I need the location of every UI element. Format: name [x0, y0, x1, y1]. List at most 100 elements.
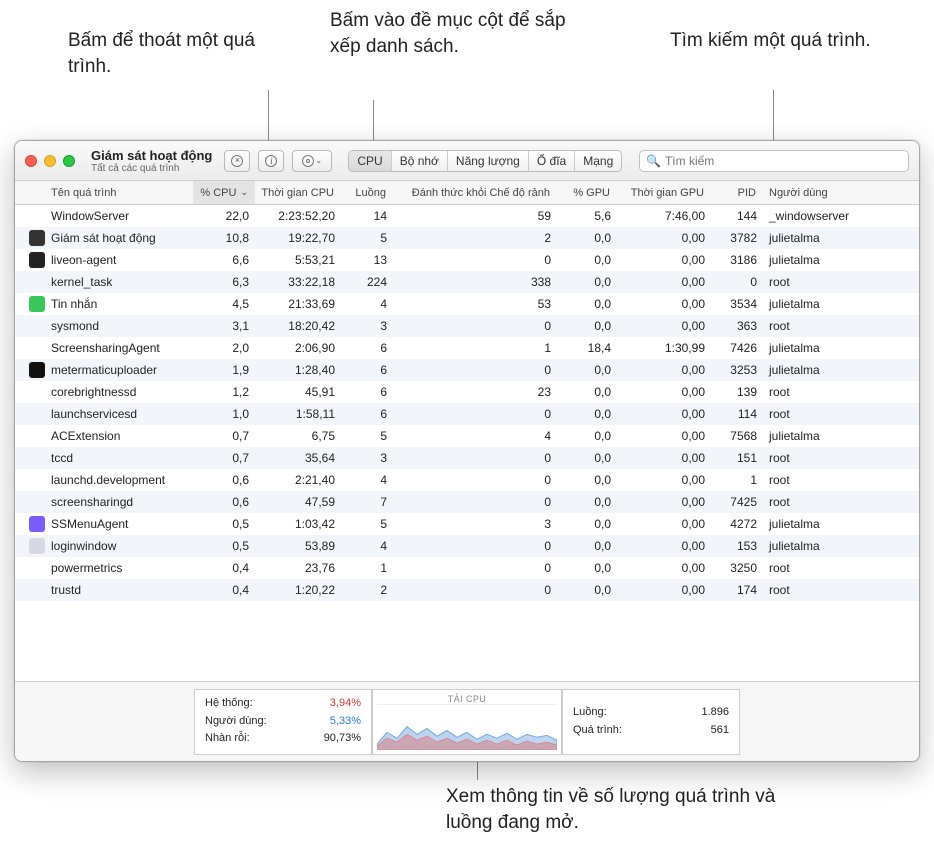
info-icon: i — [265, 155, 277, 167]
process-idle-cell: 4 — [393, 429, 557, 443]
process-cputime-cell: 1:28,40 — [255, 363, 341, 377]
process-pid-cell: 1 — [711, 473, 763, 487]
process-gpu-cell: 18,4 — [557, 341, 617, 355]
table-row[interactable]: tccd0,735,64300,00,00151root — [15, 447, 919, 469]
graph-title: TẢI CPU — [377, 694, 557, 704]
column-pid[interactable]: PID — [711, 181, 763, 204]
column-gpu-time[interactable]: Thời gian GPU — [617, 181, 711, 204]
view-options-button[interactable]: ⌄ — [292, 150, 332, 172]
quit-process-button[interactable]: × — [224, 150, 250, 172]
table-row[interactable]: kernel_task6,333:22,182243380,00,000root — [15, 271, 919, 293]
process-gpu-cell: 0,0 — [557, 319, 617, 333]
table-row[interactable]: Tin nhắn4,521:33,694530,00,003534julieta… — [15, 293, 919, 315]
process-gpu-cell: 0,0 — [557, 407, 617, 421]
process-name-cell: loginwindow — [45, 539, 193, 553]
cpu-stats-box: Hệ thống:3,94% Người dùng:5,33% Nhàn rỗi… — [194, 689, 372, 755]
column-cpu-label: % CPU — [200, 187, 236, 199]
process-user-cell: root — [763, 319, 903, 333]
table-row[interactable]: corebrightnessd1,245,916230,00,00139root — [15, 381, 919, 403]
process-table[interactable]: WindowServer22,02:23:52,2014595,67:46,00… — [15, 205, 919, 681]
column-cpu[interactable]: % CPU ⌄ — [193, 181, 255, 204]
process-icon-cell — [15, 362, 45, 378]
search-field[interactable]: 🔍 — [639, 150, 909, 172]
process-idle-cell: 59 — [393, 209, 557, 223]
process-cpu-cell: 0,5 — [193, 517, 255, 531]
process-user-cell: julietalma — [763, 363, 903, 377]
column-user[interactable]: Người dùng — [763, 181, 903, 204]
column-cpu-time[interactable]: Thời gian CPU — [255, 181, 341, 204]
process-threads-cell: 13 — [341, 253, 393, 267]
window-subtitle: Tất cả các quá trình — [91, 163, 212, 174]
process-idle-cell: 338 — [393, 275, 557, 289]
process-cpu-cell: 22,0 — [193, 209, 255, 223]
table-row[interactable]: WindowServer22,02:23:52,2014595,67:46,00… — [15, 205, 919, 227]
table-row[interactable]: ScreensharingAgent2,02:06,906118,41:30,9… — [15, 337, 919, 359]
sort-descending-icon: ⌄ — [240, 187, 248, 198]
process-name-cell: tccd — [45, 451, 193, 465]
process-user-cell: julietalma — [763, 341, 903, 355]
process-pid-cell: 0 — [711, 275, 763, 289]
process-gpu-cell: 0,0 — [557, 363, 617, 377]
process-threads-cell: 6 — [341, 385, 393, 399]
table-row[interactable]: liveon-agent6,65:53,211300,00,003186juli… — [15, 249, 919, 271]
column-gpu[interactable]: % GPU — [557, 181, 617, 204]
column-idle-wake[interactable]: Đánh thức khỏi Chế độ rảnh — [393, 181, 557, 204]
table-row[interactable]: metermaticuploader1,91:28,40600,00,00325… — [15, 359, 919, 381]
table-row[interactable]: launchd.development0,62:21,40400,00,001r… — [15, 469, 919, 491]
process-cpu-cell: 10,8 — [193, 231, 255, 245]
tab-network[interactable]: Mạng — [575, 151, 621, 171]
process-cputime-cell: 2:21,40 — [255, 473, 341, 487]
process-icon-cell — [15, 252, 45, 268]
process-cpu-cell: 0,7 — [193, 451, 255, 465]
process-name-cell: ScreensharingAgent — [45, 341, 193, 355]
minimize-window-button[interactable] — [44, 155, 56, 167]
process-idle-cell: 23 — [393, 385, 557, 399]
process-user-cell: root — [763, 495, 903, 509]
callout-search: Tìm kiếm một quá trình. — [670, 28, 890, 54]
process-name-cell: Tin nhắn — [45, 297, 193, 311]
table-row[interactable]: trustd0,41:20,22200,00,00174root — [15, 579, 919, 601]
zoom-window-button[interactable] — [63, 155, 75, 167]
column-threads[interactable]: Luồng — [341, 181, 393, 204]
table-row[interactable]: launchservicesd1,01:58,11600,00,00114roo… — [15, 403, 919, 425]
column-name[interactable]: Tên quá trình — [45, 181, 193, 204]
search-input[interactable] — [665, 154, 902, 168]
process-name-cell: metermaticuploader — [45, 363, 193, 377]
process-gputime-cell: 0,00 — [617, 539, 711, 553]
process-cputime-cell: 1:20,22 — [255, 583, 341, 597]
process-name-cell: powermetrics — [45, 561, 193, 575]
process-name-cell: ACExtension — [45, 429, 193, 443]
threads-value: 1.896 — [701, 704, 729, 722]
process-gputime-cell: 1:30,99 — [617, 341, 711, 355]
process-gputime-cell: 0,00 — [617, 297, 711, 311]
tab-disk[interactable]: Ổ đĩa — [529, 151, 575, 171]
process-threads-cell: 2 — [341, 583, 393, 597]
table-row[interactable]: loginwindow0,553,89400,00,00153julietalm… — [15, 535, 919, 557]
table-row[interactable]: sysmond3,118:20,42300,00,00363root — [15, 315, 919, 337]
tab-memory[interactable]: Bộ nhớ — [392, 151, 448, 171]
search-icon: 🔍 — [646, 154, 661, 168]
process-icon-cell — [15, 538, 45, 554]
table-row[interactable]: ACExtension0,76,75540,00,007568julietalm… — [15, 425, 919, 447]
process-cpu-cell: 0,5 — [193, 539, 255, 553]
process-threads-cell: 5 — [341, 517, 393, 531]
process-threads-cell: 7 — [341, 495, 393, 509]
process-name-cell: trustd — [45, 583, 193, 597]
tab-energy[interactable]: Năng lượng — [448, 151, 529, 171]
process-user-cell: root — [763, 385, 903, 399]
processes-value: 561 — [711, 722, 729, 740]
tab-cpu[interactable]: CPU — [349, 151, 391, 171]
table-row[interactable]: powermetrics0,423,76100,00,003250root — [15, 557, 919, 579]
table-row[interactable]: Giám sát hoạt động10,819:22,70520,00,003… — [15, 227, 919, 249]
close-window-button[interactable] — [25, 155, 37, 167]
table-row[interactable]: screensharingd0,647,59700,00,007425root — [15, 491, 919, 513]
table-header-row: Tên quá trình % CPU ⌄ Thời gian CPU Luồn… — [15, 181, 919, 205]
process-cpu-cell: 0,6 — [193, 473, 255, 487]
process-user-cell: _windowserver — [763, 209, 903, 223]
info-button[interactable]: i — [258, 150, 284, 172]
table-row[interactable]: SSMenuAgent0,51:03,42530,00,004272juliet… — [15, 513, 919, 535]
callout-quit: Bấm để thoát một quá trình. — [68, 28, 268, 79]
process-cputime-cell: 33:22,18 — [255, 275, 341, 289]
process-threads-cell: 5 — [341, 231, 393, 245]
threads-label: Luồng: — [573, 704, 607, 722]
